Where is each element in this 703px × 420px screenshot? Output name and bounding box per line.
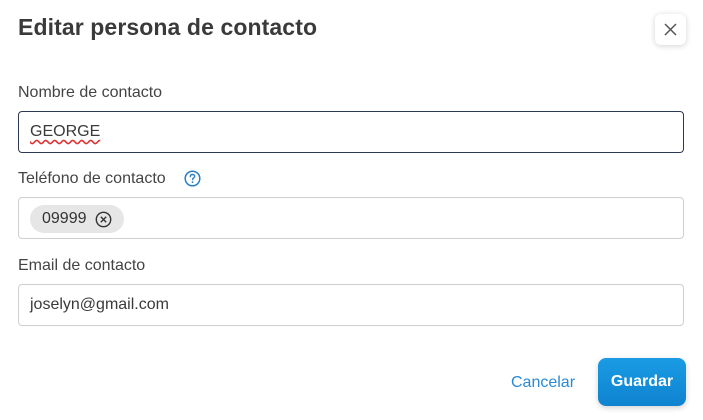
contact-email-value: joselyn@gmail.com <box>30 296 169 313</box>
contact-name-input[interactable]: GEORGE <box>18 111 684 153</box>
save-button[interactable]: Guardar <box>598 358 686 406</box>
close-circle-icon <box>95 211 111 227</box>
phone-chip: 09999 <box>30 205 124 233</box>
chip-remove-button[interactable] <box>95 211 112 228</box>
contact-name-value: GEORGE <box>30 123 101 140</box>
contact-phone-input[interactable]: 09999 <box>18 197 684 239</box>
contact-phone-label: Teléfono de contacto <box>18 170 166 187</box>
close-icon <box>664 23 677 36</box>
close-button[interactable] <box>655 14 686 45</box>
contact-email-label: Email de contacto <box>18 257 146 274</box>
contact-name-label: Nombre de contacto <box>18 84 163 101</box>
cancel-button[interactable]: Cancelar <box>511 374 575 392</box>
contact-email-input[interactable]: joselyn@gmail.com <box>18 284 684 326</box>
phone-chip-label: 09999 <box>42 210 87 227</box>
question-circle-icon[interactable] <box>184 170 201 187</box>
dialog-title: Editar persona de contacto <box>18 14 318 40</box>
